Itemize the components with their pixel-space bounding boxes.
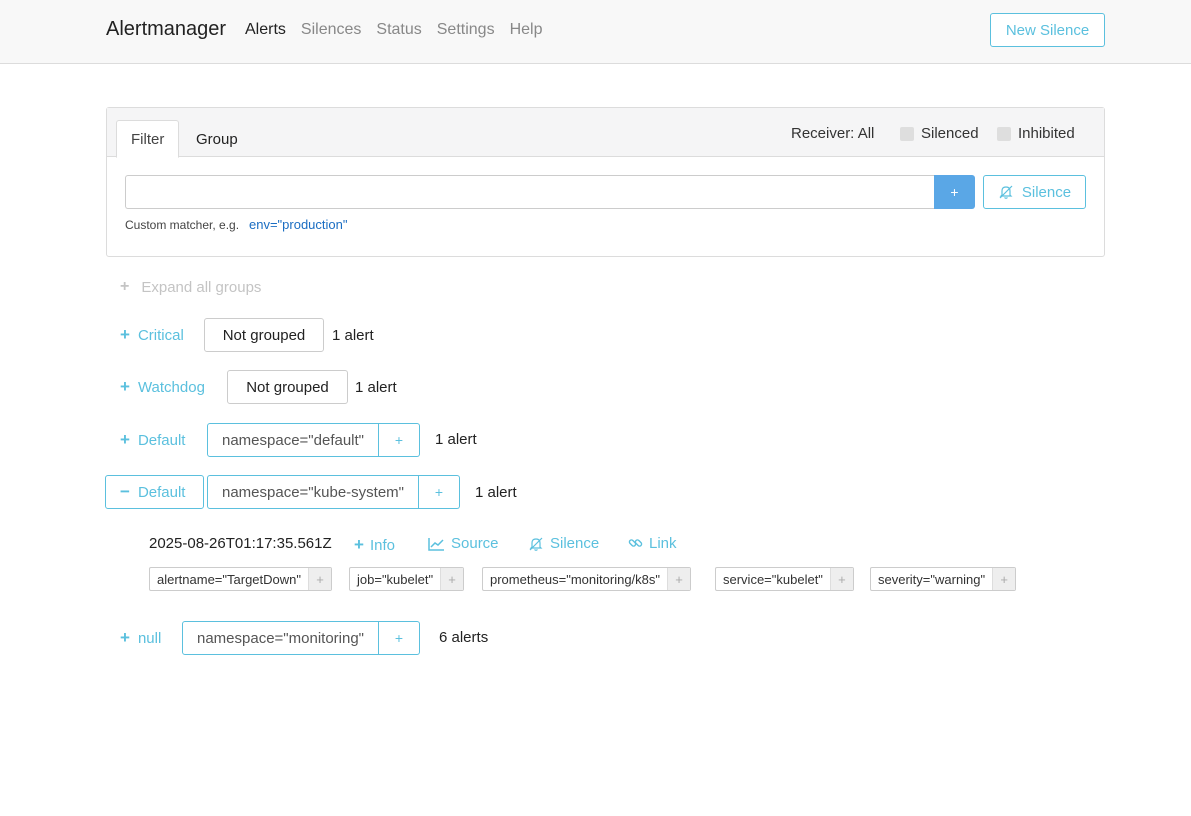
group-toggle-watchdog[interactable]: + Watchdog [120,370,205,404]
minus-icon: − [120,482,130,501]
plus-icon: + [120,325,130,344]
add-label-filter-button[interactable]: + [379,423,420,457]
group-label-filter: namespace="kube-system" + [207,475,460,509]
expand-all-label: Expand all groups [141,278,262,296]
plus-icon: + [120,430,130,449]
group-receiver: Watchdog [137,378,205,396]
alert-label-pill: prometheus="monitoring/k8s" + [482,567,692,591]
nav-settings[interactable]: Settings [437,21,495,39]
group-label[interactable]: namespace="monitoring" [182,621,379,655]
silenced-checkbox[interactable]: Silenced [900,125,979,142]
add-label-filter-button[interactable]: + [379,621,420,655]
matcher-hint: Custom matcher, e.g. [125,218,240,232]
alert-source-button[interactable]: Source [428,535,499,552]
alert-label-pill: service="kubelet" + [715,567,854,591]
group-toggle-default[interactable]: + Default [120,423,185,457]
alert-label-pill: severity="warning" + [870,567,1017,591]
expand-all-groups[interactable]: + Expand all groups [120,278,261,296]
silence-filter-button[interactable]: Silence [983,175,1086,209]
checkbox-box[interactable] [900,126,914,141]
alert-silence-label: Silence [550,535,600,552]
add-filter-button[interactable]: + [934,175,975,209]
alert-info-button[interactable]: + Info [354,535,395,555]
alert-label-add-button[interactable]: + [829,568,853,590]
group-receiver: null [137,629,162,647]
alert-start-time: 2025-08-26T01:17:35.561Z [149,535,332,552]
alert-link-button[interactable]: Link [628,535,677,552]
alert-label-add-button[interactable]: + [308,568,331,590]
alert-label-add-button[interactable]: + [440,568,464,590]
silence-filter-label: Silence [1021,183,1072,201]
inhibited-label: Inhibited [1018,125,1075,142]
alert-label-text[interactable]: prometheus="monitoring/k8s" [483,568,667,590]
nav-silences[interactable]: Silences [301,21,361,39]
alert-label-text[interactable]: alertname="TargetDown" [150,568,308,590]
group-label[interactable]: namespace="kube-system" [207,475,419,509]
new-silence-button[interactable]: New Silence [990,13,1105,47]
navbar: Alertmanager Alerts Silences Status Sett… [0,0,1191,64]
chart-line-icon [428,537,444,551]
filter-card: Filter Group Receiver: All Silenced Inhi… [106,107,1105,257]
group-count: 1 alert [355,379,397,396]
group-label: Not grouped [204,318,324,352]
group-receiver: Default [137,483,186,501]
filter-input[interactable] [125,175,935,209]
group-toggle-default-kube-system[interactable]: − Default [105,475,204,509]
brand[interactable]: Alertmanager [106,18,226,41]
receiver-dropdown[interactable]: Receiver: All [791,125,874,142]
nav-links: Alerts Silences Status Settings Help [245,21,557,39]
add-label-filter-button[interactable]: + [419,475,460,509]
group-label-filter: namespace="default" + [207,423,420,457]
alert-info-label: Info [369,536,395,554]
alert-label-text[interactable]: service="kubelet" [716,568,830,590]
group-count: 1 alert [475,484,517,501]
tab-group[interactable]: Group [182,120,252,158]
alert-source-label: Source [451,535,499,552]
group-label-filter: namespace="monitoring" + [182,621,420,655]
group-receiver: Default [137,431,186,449]
group-label[interactable]: namespace="default" [207,423,379,457]
alert-label-text[interactable]: job="kubelet" [350,568,440,590]
nav-alerts[interactable]: Alerts [245,21,286,39]
matcher-example-link[interactable]: env="production" [249,217,348,232]
bell-slash-icon [529,537,543,551]
alert-label-add-button[interactable]: + [667,568,691,590]
bell-slash-icon [999,185,1013,199]
group-toggle-null[interactable]: + null [120,621,161,655]
alert-label-add-button[interactable]: + [992,568,1016,590]
link-icon [628,539,643,547]
filter-card-header: Filter Group Receiver: All Silenced Inhi… [107,108,1104,158]
plus-icon: + [354,535,364,554]
group-count: 1 alert [435,431,477,448]
group-count: 6 alerts [439,629,489,646]
alert-silence-button[interactable]: Silence [528,535,599,552]
nav-status[interactable]: Status [376,21,421,39]
alert-label-pill: alertname="TargetDown" + [149,567,332,591]
alert-label-pill: job="kubelet" + [349,567,465,591]
alert-link-label: Link [649,535,677,552]
plus-icon: + [120,377,130,396]
group-toggle-critical[interactable]: + Critical [120,318,184,352]
silenced-label: Silenced [921,125,979,142]
plus-icon: + [120,628,130,647]
plus-icon: + [120,278,130,295]
alert-label-text[interactable]: severity="warning" [871,568,992,590]
nav-help[interactable]: Help [510,21,543,39]
group-count: 1 alert [332,327,374,344]
inhibited-checkbox[interactable]: Inhibited [997,125,1075,142]
tab-filter[interactable]: Filter [116,120,180,158]
group-receiver: Critical [137,326,184,344]
checkbox-box[interactable] [997,126,1011,141]
group-label: Not grouped [227,370,348,404]
